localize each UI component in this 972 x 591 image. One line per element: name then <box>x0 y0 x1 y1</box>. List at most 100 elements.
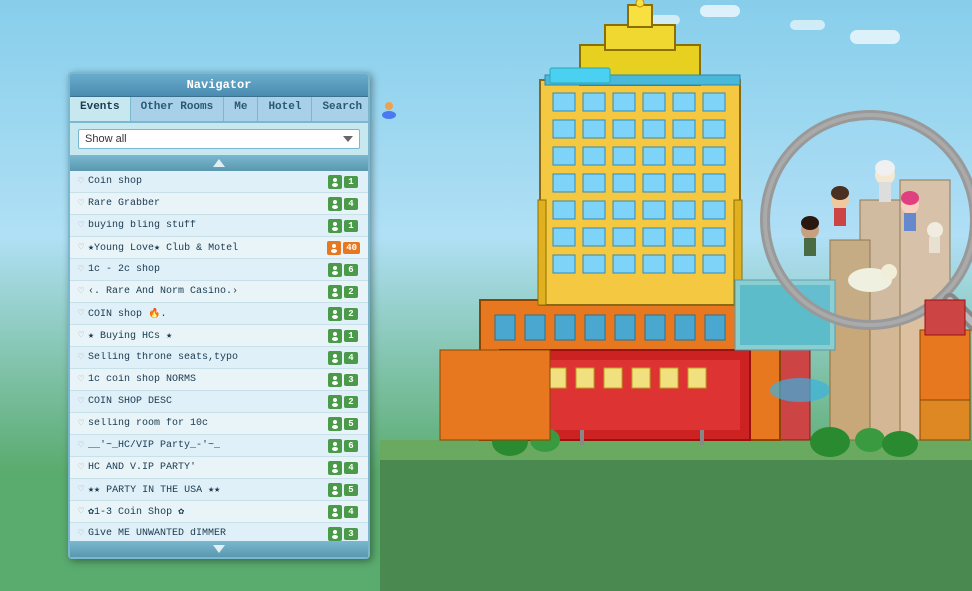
tab-hotel[interactable]: Hotel <box>258 97 312 121</box>
room-name-label: 1c coin shop NORMS <box>88 374 328 385</box>
room-users-count: 6 <box>328 439 360 453</box>
scroll-down-button[interactable] <box>70 541 368 557</box>
room-name-label: HC AND V.IP PARTY' <box>88 462 328 473</box>
room-user-icon <box>328 329 342 343</box>
room-users-count: 4 <box>328 197 360 211</box>
room-count-badge: 4 <box>344 506 358 518</box>
room-name-label: ★ Buying HCs ★ <box>88 330 328 342</box>
room-favorite-heart[interactable]: ♡ <box>78 352 84 364</box>
navigator-tabs: Events Other Rooms Me Hotel Search <box>70 97 368 123</box>
room-name-label: buying bling stuff <box>88 220 328 231</box>
room-user-icon <box>328 417 342 431</box>
show-all-dropdown[interactable]: Show all Trading Games Roleplay Free cha… <box>78 129 360 149</box>
room-users-count: 1 <box>328 219 360 233</box>
profile-avatar-icon <box>379 99 399 119</box>
room-users-count: 2 <box>328 285 360 299</box>
room-user-icon <box>328 439 342 453</box>
room-favorite-heart[interactable]: ♡ <box>78 264 84 276</box>
room-users-count: 4 <box>328 351 360 365</box>
room-count-badge: 1 <box>344 220 358 232</box>
room-favorite-heart[interactable]: ♡ <box>78 176 84 188</box>
room-favorite-heart[interactable]: ♡ <box>78 528 84 540</box>
room-count-badge: 4 <box>344 352 358 364</box>
room-users-count: 5 <box>328 483 360 497</box>
room-list-item[interactable]: ♡ ★ Buying HCs ★ 1 <box>70 325 368 347</box>
room-user-icon <box>328 197 342 211</box>
room-name-label: COIN SHOP DESC <box>88 396 328 407</box>
room-count-badge: 3 <box>344 374 358 386</box>
room-favorite-heart[interactable]: ♡ <box>78 506 84 518</box>
room-users-count: 4 <box>328 505 360 519</box>
room-list-item[interactable]: ♡ buying bling stuff 1 <box>70 215 368 237</box>
room-user-icon <box>328 219 342 233</box>
room-favorite-heart[interactable]: ♡ <box>78 330 84 342</box>
room-list-item[interactable]: ♡1c - 2c shop6 <box>70 259 368 281</box>
room-list-item[interactable]: ♡selling room for 10c5 <box>70 413 368 435</box>
room-list-item[interactable]: ♡COIN shop 🔥.2 <box>70 303 368 325</box>
tab-other-rooms[interactable]: Other Rooms <box>131 97 225 121</box>
room-name-label: Coin shop <box>88 176 328 187</box>
room-list-item[interactable]: ♡ ✿1-3 Coin Shop ✿ 4 <box>70 501 368 523</box>
room-count-badge: 40 <box>343 242 360 254</box>
room-list-item[interactable]: ♡ Rare Grabber 4 <box>70 193 368 215</box>
room-name-label: ‹. Rare And Norm Casino.› <box>88 286 328 297</box>
room-users-count: 2 <box>328 395 360 409</box>
room-user-icon <box>328 307 342 321</box>
room-favorite-heart[interactable]: ♡ <box>78 286 84 298</box>
room-user-icon <box>328 373 342 387</box>
room-count-badge: 1 <box>344 330 358 342</box>
room-list-item[interactable]: ♡__'~_HC/VIP Party_-'~_6 <box>70 435 368 457</box>
room-list-item[interactable]: ♡ 1c coin shop NORMS 3 <box>70 369 368 391</box>
room-name-label: Rare Grabber <box>88 198 328 209</box>
room-favorite-heart[interactable]: ♡ <box>78 396 84 408</box>
room-user-icon <box>328 505 342 519</box>
room-name-label: ★★ PARTY IN THE USA ★★ <box>88 484 328 496</box>
room-count-badge: 6 <box>344 440 358 452</box>
room-list-item[interactable]: ♡Give ME UNWANTED dIMMER3 <box>70 523 368 541</box>
room-list-item[interactable]: ♡ ★Young Love★ Club & Motel 40 <box>70 237 368 259</box>
room-favorite-heart[interactable]: ♡ <box>78 418 84 430</box>
room-count-badge: 4 <box>344 198 358 210</box>
room-users-count: 40 <box>327 241 360 255</box>
room-list-item[interactable]: ♡ ★★ PARTY IN THE USA ★★5 <box>70 479 368 501</box>
room-favorite-heart[interactable]: ♡ <box>78 440 84 452</box>
room-count-badge: 1 <box>344 176 358 188</box>
room-user-icon <box>328 263 342 277</box>
scroll-up-button[interactable] <box>70 155 368 171</box>
room-favorite-heart[interactable]: ♡ <box>78 484 84 496</box>
navigator-panel: Navigator Events Other Rooms Me Hotel Se… <box>68 72 370 559</box>
room-user-icon <box>328 351 342 365</box>
room-favorite-heart[interactable]: ♡ <box>78 462 84 474</box>
room-list-item[interactable]: ♡ ‹. Rare And Norm Casino.›2 <box>70 281 368 303</box>
tab-me[interactable]: Me <box>224 97 258 121</box>
room-user-icon <box>328 285 342 299</box>
room-list-item[interactable]: ♡ HC AND V.IP PARTY'4 <box>70 457 368 479</box>
room-name-label: Selling throne seats,typo <box>88 352 328 363</box>
room-count-badge: 5 <box>344 418 358 430</box>
room-favorite-heart[interactable]: ♡ <box>78 242 84 254</box>
profile-icon[interactable] <box>373 97 405 121</box>
room-users-count: 4 <box>328 461 360 475</box>
chevron-up-icon <box>213 159 225 167</box>
room-favorite-heart[interactable]: ♡ <box>78 220 84 232</box>
room-name-label: ✿1-3 Coin Shop ✿ <box>88 506 328 518</box>
room-user-icon <box>328 395 342 409</box>
room-user-icon <box>328 527 342 541</box>
room-user-icon <box>327 241 341 255</box>
navigator-title: Navigator <box>70 74 368 97</box>
room-name-label: ★Young Love★ Club & Motel <box>88 242 327 254</box>
room-favorite-heart[interactable]: ♡ <box>78 308 84 320</box>
room-count-badge: 6 <box>344 264 358 276</box>
room-favorite-heart[interactable]: ♡ <box>78 198 84 210</box>
room-users-count: 3 <box>328 373 360 387</box>
room-list-item[interactable]: ♡ Coin shop 1 <box>70 171 368 193</box>
dropdown-row: Show all Trading Games Roleplay Free cha… <box>70 123 368 155</box>
tab-events[interactable]: Events <box>70 97 131 121</box>
room-users-count: 1 <box>328 329 360 343</box>
tab-search[interactable]: Search <box>312 97 373 121</box>
room-list-item[interactable]: ♡ COIN SHOP DESC2 <box>70 391 368 413</box>
room-list-item[interactable]: ♡ Selling throne seats,typo 4 <box>70 347 368 369</box>
hotel-scene <box>380 0 972 591</box>
room-favorite-heart[interactable]: ♡ <box>78 374 84 386</box>
room-user-icon <box>328 483 342 497</box>
